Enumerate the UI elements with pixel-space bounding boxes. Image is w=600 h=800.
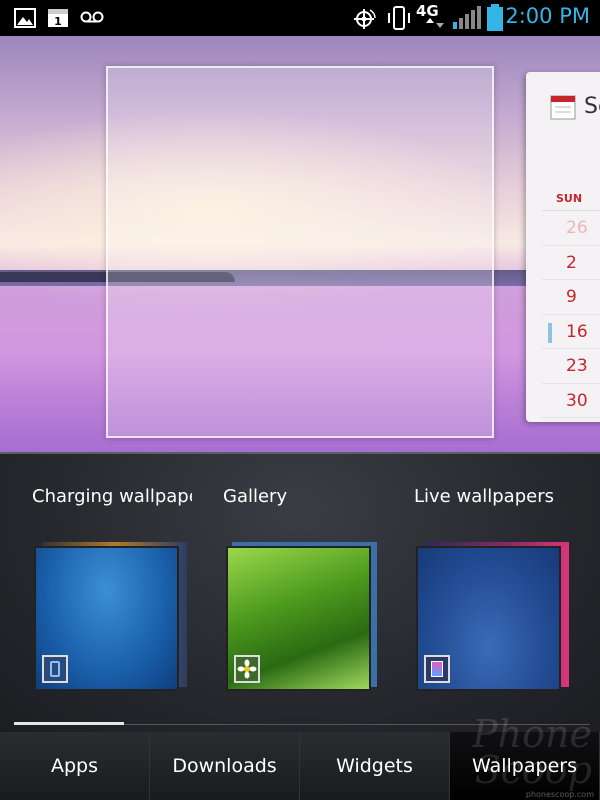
flower-badge-icon <box>234 655 260 683</box>
charging-wallpaper-label: Charging wallpaper <box>32 486 192 507</box>
svg-text:1: 1 <box>54 15 62 28</box>
calendar-month-title: Se <box>584 94 600 119</box>
calendar-day-header: SUN <box>556 192 583 205</box>
wallpaper-picker: Charging wallpaper Gallery Live wallpape… <box>0 452 600 732</box>
calendar-day[interactable]: 26 <box>542 211 600 246</box>
scroll-indicator <box>14 722 124 725</box>
gallery-thumbnail <box>226 546 371 691</box>
phone-badge-icon <box>42 655 68 683</box>
calendar-day[interactable]: 23 <box>542 349 600 384</box>
signal-icon <box>453 6 481 29</box>
voicemail-icon <box>80 11 104 23</box>
calendar-day[interactable]: 9 <box>542 280 600 315</box>
tab-downloads[interactable]: Downloads <box>150 732 300 800</box>
calendar-widget[interactable]: Se SUN 26 2 9 16 23 30 <box>526 72 600 422</box>
image-notification-icon <box>14 8 36 28</box>
clock: 2:00 PM <box>505 4 590 28</box>
live-wallpaper-badge-icon <box>424 655 450 683</box>
live-wallpapers-option[interactable] <box>416 542 576 692</box>
gps-icon <box>354 9 376 29</box>
gallery-label: Gallery <box>223 486 288 507</box>
live-wallpaper-thumbnail <box>416 546 561 691</box>
watermark-url: phonescoop.com <box>525 790 594 799</box>
charging-wallpaper-option[interactable] <box>34 542 194 692</box>
live-wallpapers-label: Live wallpapers <box>414 486 554 507</box>
calendar-app-icon <box>550 95 576 120</box>
calendar-day-today[interactable]: 16 <box>542 315 600 349</box>
today-marker <box>548 322 552 343</box>
status-bar: 1 4G 2:00 PM <box>0 0 600 36</box>
4g-data-icon: 4G <box>416 2 450 32</box>
calendar-notification-icon: 1 <box>48 9 68 28</box>
calendar-grid: 26 2 9 16 23 30 <box>542 210 600 418</box>
battery-icon <box>487 4 503 31</box>
watermark: Phone Scoop <box>472 712 592 792</box>
charging-wallpaper-thumbnail <box>34 546 179 691</box>
calendar-day[interactable]: 2 <box>542 246 600 280</box>
home-screen-preview[interactable]: Se SUN 26 2 9 16 23 30 <box>0 36 600 452</box>
tab-apps[interactable]: Apps <box>0 732 150 800</box>
home-page-preview-card[interactable] <box>106 66 494 438</box>
calendar-day[interactable]: 30 <box>542 384 600 418</box>
gallery-option[interactable] <box>226 542 386 692</box>
tab-widgets[interactable]: Widgets <box>300 732 450 800</box>
vibrate-icon <box>388 6 410 30</box>
